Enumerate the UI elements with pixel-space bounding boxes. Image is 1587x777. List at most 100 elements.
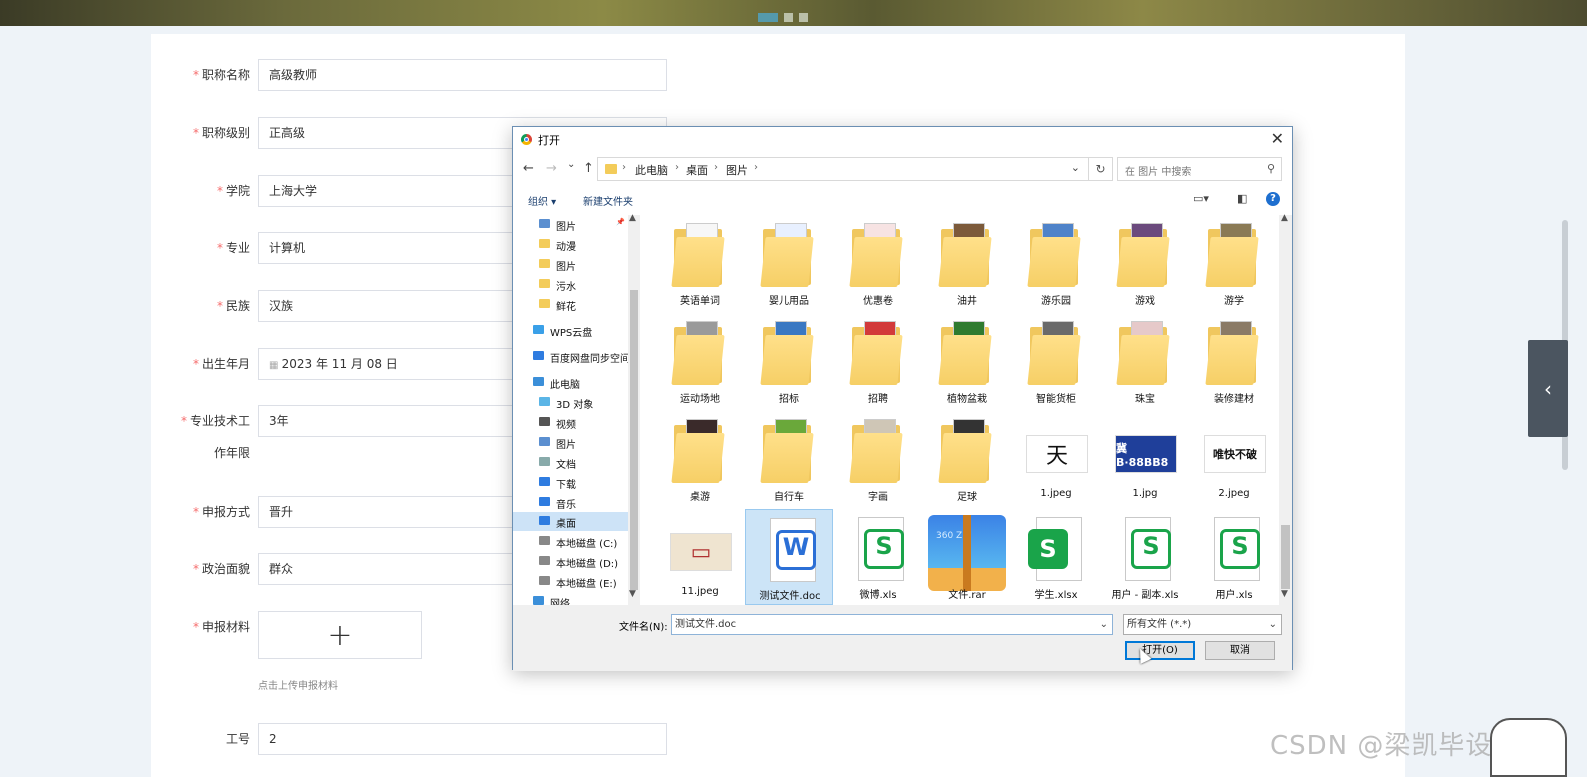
file-item[interactable]: S 学生.xlsx xyxy=(1012,509,1100,605)
organize-menu[interactable]: 组织 ▾ xyxy=(528,193,556,208)
carousel-dot-3[interactable] xyxy=(799,13,808,22)
nav-item[interactable]: 动漫 xyxy=(513,235,631,254)
scroll-up-icon[interactable]: ▲ xyxy=(1281,213,1288,223)
nav-item[interactable]: WPS云盘 xyxy=(513,321,631,340)
nav-item[interactable]: 此电脑 xyxy=(513,373,631,392)
search-input[interactable]: 在 图片 中搜索 ⚲ xyxy=(1117,157,1282,181)
file-name: 游学 xyxy=(1224,296,1244,307)
side-collapse-tab[interactable]: ‹ xyxy=(1528,340,1568,437)
file-item[interactable]: 游戏 xyxy=(1101,215,1189,311)
scroll-thumb[interactable] xyxy=(630,290,638,590)
recent-locations-icon[interactable]: ⌄ xyxy=(567,159,575,170)
required-mark: * xyxy=(216,299,223,313)
file-grid-scrollbar[interactable]: ▲ ▼ xyxy=(1279,213,1292,605)
nav-item[interactable]: 下载 xyxy=(513,473,631,492)
back-arrow-icon[interactable]: ← xyxy=(523,161,534,176)
form-label: * 学院 xyxy=(151,175,250,207)
file-item[interactable]: S 用户.xls xyxy=(1190,509,1278,605)
file-item[interactable]: 油井 xyxy=(923,215,1011,311)
breadcrumb-pictures[interactable]: 图片 xyxy=(726,162,748,178)
carousel-dot-1[interactable] xyxy=(758,13,778,22)
forward-arrow-icon[interactable]: → xyxy=(546,161,557,176)
search-placeholder: 在 图片 中搜索 xyxy=(1125,167,1192,178)
filename-input[interactable]: 测试文件.doc ⌄ xyxy=(671,614,1113,635)
nav-item[interactable]: 文档 xyxy=(513,453,631,472)
preview-pane-icon[interactable]: ◧ xyxy=(1237,192,1247,205)
file-item[interactable]: 天 1.jpeg xyxy=(1012,411,1100,507)
nav-item[interactable]: 网络 xyxy=(513,592,631,605)
file-item[interactable]: 智能货柜 xyxy=(1012,313,1100,409)
required-mark: * xyxy=(192,562,199,576)
nav-item[interactable]: 污水 xyxy=(513,275,631,294)
file-item[interactable]: 珠宝 xyxy=(1101,313,1189,409)
chevron-left-icon: ‹ xyxy=(1544,376,1552,401)
new-folder-button[interactable]: 新建文件夹 xyxy=(583,193,633,208)
scroll-thumb[interactable] xyxy=(1281,525,1290,589)
file-item[interactable]: 唯快不破 2.jpeg xyxy=(1190,411,1278,507)
file-item[interactable]: 运动场地 xyxy=(656,313,744,409)
file-item[interactable]: S 微博.xls xyxy=(834,509,922,605)
file-item[interactable]: S 用户 - 副本.xls xyxy=(1101,509,1189,605)
file-item[interactable]: 冀B·88BB8 1.jpg xyxy=(1101,411,1189,507)
file-item[interactable]: 招标 xyxy=(745,313,833,409)
file-item[interactable]: ▭ 11.jpeg xyxy=(656,509,744,605)
file-item[interactable]: 字画 xyxy=(834,411,922,507)
chevron-down-icon[interactable]: ⌄ xyxy=(1269,615,1277,634)
file-item[interactable]: 婴儿用品 xyxy=(745,215,833,311)
file-item[interactable]: 桌游 xyxy=(656,411,744,507)
breadcrumb-this-pc[interactable]: 此电脑 xyxy=(635,162,668,178)
nav-item[interactable]: 本地磁盘 (D:) xyxy=(513,552,631,571)
close-icon[interactable]: ✕ xyxy=(1271,129,1284,148)
dialog-titlebar[interactable]: 打开 ✕ xyxy=(513,127,1292,153)
nav-item[interactable]: 音乐 xyxy=(513,493,631,512)
refresh-icon[interactable]: ↻ xyxy=(1089,157,1113,181)
nav-item[interactable]: 视频 xyxy=(513,413,631,432)
text-input[interactable]: 高级教师 xyxy=(258,59,667,91)
file-item[interactable]: 自行车 xyxy=(745,411,833,507)
nav-item[interactable]: 图片 📌 xyxy=(513,215,631,234)
nav-item-label: 文档 xyxy=(556,460,576,471)
scroll-down-icon[interactable]: ▼ xyxy=(1281,589,1288,599)
file-item[interactable]: 足球 xyxy=(923,411,1011,507)
nav-item[interactable]: 鲜花 xyxy=(513,295,631,314)
scroll-down-icon[interactable]: ▼ xyxy=(629,589,636,599)
nav-item-label: 3D 对象 xyxy=(556,400,594,411)
form-label: 工号 xyxy=(225,732,250,746)
navigation-scrollbar[interactable]: ▲ ▼ xyxy=(628,213,640,605)
chevron-down-icon[interactable]: ⌄ xyxy=(1100,615,1108,634)
carousel-dot-2[interactable] xyxy=(784,13,793,22)
file-item[interactable]: 优惠卷 xyxy=(834,215,922,311)
scroll-up-icon[interactable]: ▲ xyxy=(629,213,636,223)
nav-item[interactable]: 图片 xyxy=(513,433,631,452)
nav-item[interactable]: 本地磁盘 (E:) xyxy=(513,572,631,591)
help-icon[interactable]: ? xyxy=(1266,192,1280,206)
filetype-select[interactable]: 所有文件 (*.*) ⌄ xyxy=(1123,614,1282,635)
file-item[interactable]: 英语单词 xyxy=(656,215,744,311)
file-name: 1.jpg xyxy=(1132,488,1158,499)
address-bar[interactable]: › 此电脑 › 桌面 › 图片 › ⌄ xyxy=(597,157,1089,181)
file-item[interactable]: 游学 xyxy=(1190,215,1278,311)
file-item[interactable]: 装修建材 xyxy=(1190,313,1278,409)
upload-box[interactable]: + xyxy=(258,611,422,659)
nav-item[interactable]: 图片 xyxy=(513,255,631,274)
nav-item[interactable]: 桌面 xyxy=(513,512,631,531)
file-item[interactable]: 招聘 xyxy=(834,313,922,409)
nav-item[interactable]: 本地磁盘 (C:) xyxy=(513,532,631,551)
view-mode-icon[interactable]: ▭▾ xyxy=(1193,192,1209,205)
up-arrow-icon[interactable]: ↑ xyxy=(583,161,594,176)
carousel-indicators[interactable] xyxy=(758,13,808,22)
folder-icon xyxy=(539,279,550,288)
cancel-button[interactable]: 取消 xyxy=(1205,641,1275,660)
nav-item[interactable]: 3D 对象 xyxy=(513,393,631,412)
breadcrumb-desktop[interactable]: 桌面 xyxy=(686,162,708,178)
file-item[interactable]: 游乐园 xyxy=(1012,215,1100,311)
form-label: * 职称级别 xyxy=(151,117,250,149)
nav-item[interactable]: 百度网盘同步空间 xyxy=(513,347,631,366)
file-item[interactable]: W 测试文件.doc xyxy=(745,509,833,605)
folder-icon xyxy=(937,417,997,485)
folder-icon xyxy=(759,417,819,485)
chevron-down-icon[interactable]: ⌄ xyxy=(1071,161,1080,174)
job-number-input[interactable]: 2 xyxy=(258,723,667,755)
file-item[interactable]: 植物盆栽 xyxy=(923,313,1011,409)
file-item[interactable]: 360 ZIP 文件.rar xyxy=(923,509,1011,605)
